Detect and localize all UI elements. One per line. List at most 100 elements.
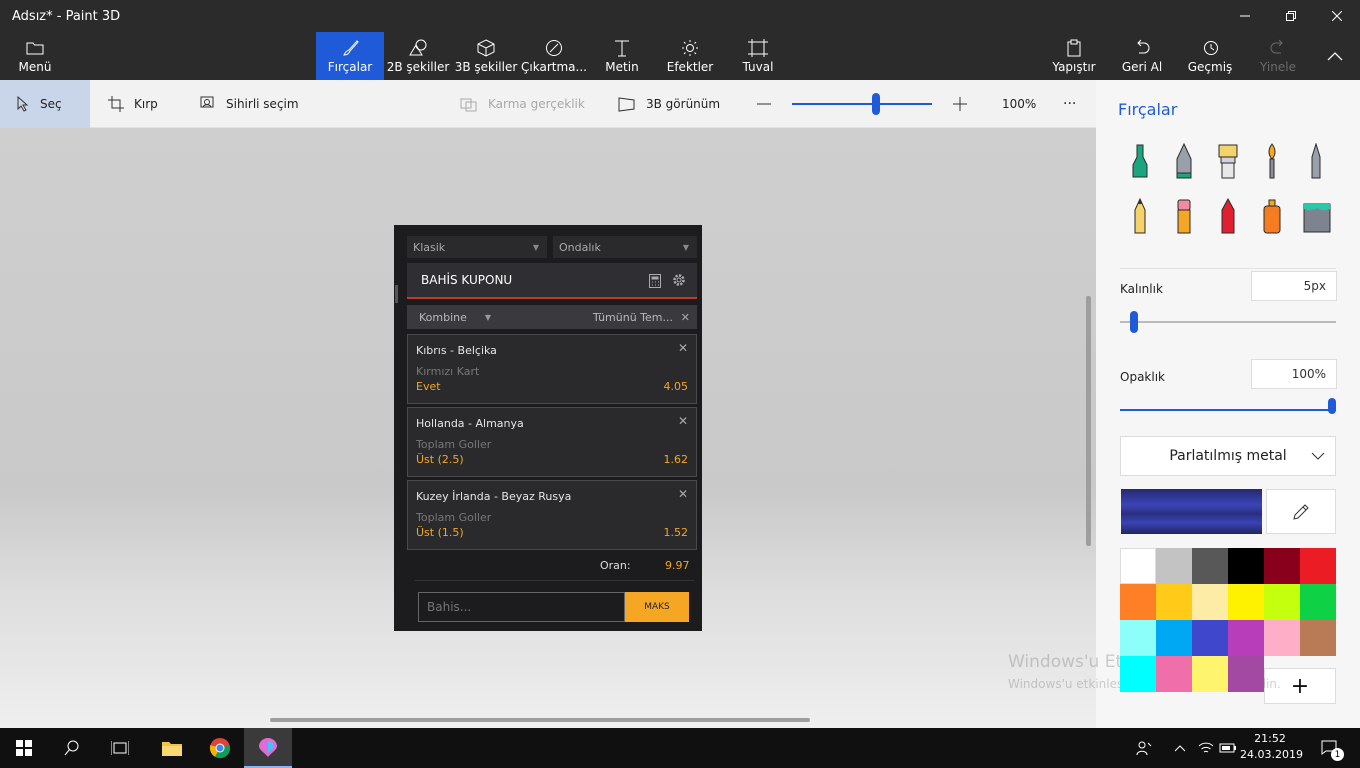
close-icon: ✕ [680,310,690,324]
zoom-out-button[interactable] [756,80,782,128]
color-swatch[interactable] [1120,656,1156,692]
color-swatch[interactable] [1300,548,1336,584]
paste-icon [1065,38,1083,58]
people-button[interactable] [1132,728,1156,768]
undo-button[interactable]: Geri Al [1118,32,1166,80]
tab-2d-shapes[interactable]: 2B şekiller [386,32,450,80]
zoom-slider[interactable] [792,80,932,128]
thickness-input[interactable]: 5px [1251,271,1337,301]
marker-icon[interactable] [1127,143,1153,179]
tab-brushes[interactable]: Fırçalar [316,32,384,80]
color-swatch[interactable] [1120,620,1156,656]
task-view-button[interactable] [96,728,144,768]
color-swatch[interactable] [1264,584,1300,620]
color-swatch[interactable] [1228,584,1264,620]
caret-down-icon: ▼ [484,312,492,322]
select-button[interactable]: Seç [0,80,90,128]
fill-bucket-icon[interactable] [1301,198,1333,234]
tab-text[interactable]: Metin [596,32,648,80]
battery-button[interactable] [1218,728,1238,768]
color-swatch[interactable] [1300,584,1336,620]
tab-2d-shapes-label: 2B şekiller [386,60,450,74]
color-swatch[interactable] [1192,584,1228,620]
color-swatch[interactable] [1228,548,1264,584]
color-swatch[interactable] [1228,620,1264,656]
network-button[interactable] [1196,728,1216,768]
color-swatch[interactable] [1120,584,1156,620]
eraser-icon[interactable] [1171,198,1197,234]
opacity-label: Opaklık [1120,370,1165,384]
pencil-icon[interactable] [1127,198,1153,234]
calligraphy-pen-icon[interactable] [1171,143,1197,179]
bet-type-value: Klasik [413,240,446,254]
color-swatch[interactable] [1192,548,1228,584]
search-icon [64,740,79,756]
pixel-pen-icon[interactable] [1303,143,1329,179]
color-swatch[interactable] [1192,620,1228,656]
color-swatch[interactable] [1192,656,1228,692]
tab-effects[interactable]: Efektler [664,32,716,80]
history-button[interactable]: Geçmiş [1184,32,1236,80]
vertical-scrollbar[interactable] [1086,296,1091,546]
thickness-slider[interactable] [1130,311,1139,333]
collapse-ribbon-button[interactable] [1318,32,1352,80]
color-swatch[interactable] [1300,620,1336,656]
zoom-level[interactable]: 100% [1002,80,1036,128]
more-options-button[interactable]: ··· [1063,80,1076,128]
zoom-thumb[interactable] [872,93,880,115]
tab-stickers[interactable]: Çıkartma... [521,32,587,80]
eyedropper-icon [1293,503,1309,520]
opacity-input[interactable]: 100% [1251,359,1337,389]
spray-can-icon[interactable] [1259,198,1285,234]
paint3d-taskbar-button[interactable] [244,728,292,768]
eyedropper-button[interactable] [1266,489,1336,534]
mixed-reality-button[interactable]: Karma gerçeklik [460,80,585,128]
betslip-title: BAHİS KUPONU [421,273,513,287]
crop-button[interactable]: Kırp [108,80,158,128]
clock[interactable]: 21:52 24.03.2019 [1240,731,1303,763]
color-swatch[interactable] [1156,620,1192,656]
opacity-slider[interactable] [1328,398,1336,414]
oil-brush-icon[interactable] [1215,143,1241,179]
redo-button[interactable]: Yinele [1254,32,1302,80]
action-center-button[interactable]: 1 [1312,728,1348,768]
horizontal-scrollbar[interactable] [270,718,810,722]
paint3d-icon [259,738,277,757]
show-hidden-icons-button[interactable] [1170,728,1190,768]
restore-icon [1286,11,1296,21]
color-swatch[interactable] [1264,620,1300,656]
color-swatch[interactable] [1156,548,1192,584]
color-swatch[interactable] [1120,548,1156,584]
magic-select-button[interactable]: Sihirli seçim [200,80,299,128]
watercolor-icon[interactable] [1259,143,1285,179]
color-swatch[interactable] [1264,548,1300,584]
cursor-icon [17,96,29,112]
crayon-icon[interactable] [1215,198,1241,234]
paste-button[interactable]: Yapıştır [1048,32,1100,80]
color-swatch[interactable] [1156,656,1192,692]
maximize-button[interactable] [1268,0,1314,32]
material-dropdown[interactable]: Parlatılmış metal [1120,436,1336,476]
search-button[interactable] [48,728,96,768]
file-explorer-button[interactable] [148,728,196,768]
close-button[interactable] [1314,0,1360,32]
folder-icon [26,38,44,58]
view-3d-button[interactable]: 3B görünüm [618,80,720,128]
bet-match: Kuzey İrlanda - Beyaz Rusya [416,490,572,503]
start-button[interactable] [0,728,48,768]
color-swatch[interactable] [1228,656,1264,692]
window-title: Adsız* - Paint 3D [12,9,121,24]
color-swatch[interactable] [1156,584,1192,620]
minus-icon [757,103,771,105]
paste-label: Yapıştır [1052,60,1096,74]
zoom-in-button[interactable] [952,80,978,128]
current-color-swatch[interactable] [1121,489,1262,534]
tab-3d-shapes[interactable]: 3B şekiller [454,32,518,80]
canvas-toolbar: Seç Kırp Sihirli seçim Karma gerçeklik 3… [0,80,1096,128]
menu-button[interactable]: Menü [10,32,60,80]
minimize-button[interactable] [1222,0,1268,32]
tab-canvas[interactable]: Tuval [734,32,782,80]
bet-odds: 1.52 [663,526,689,539]
chrome-button[interactable] [196,728,244,768]
task-view-icon [111,741,129,755]
